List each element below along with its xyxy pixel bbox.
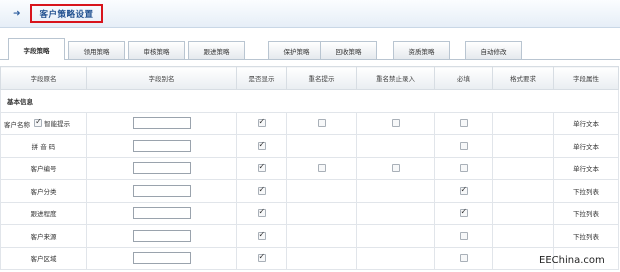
- alias-input[interactable]: [132, 117, 191, 130]
- format-cell: [492, 156, 554, 180]
- col-alias: 字段别名: [86, 66, 237, 90]
- field-name: 客户编号: [0, 156, 87, 180]
- section-row: 基本信息: [0, 89, 619, 113]
- format-cell: [492, 201, 554, 225]
- alias-input[interactable]: [132, 162, 191, 175]
- alias-input[interactable]: [132, 139, 191, 152]
- tab-protect-strategy[interactable]: 保护策略: [268, 41, 325, 59]
- table-row: 客户来源 下拉列表: [0, 224, 619, 248]
- arrow-right-icon: ➜: [13, 9, 21, 19]
- table-row: 客户区域: [0, 246, 619, 270]
- strategy-tabs: 字段策略 领用策略 审核策略 跟进策略 保护策略 回收策略 资质策略 自动修改: [0, 38, 620, 60]
- col-original-name: 字段原名: [0, 66, 87, 90]
- show-checkbox[interactable]: [257, 207, 266, 218]
- tab-recycle-strategy[interactable]: 回收策略: [320, 41, 377, 59]
- required-checkbox[interactable]: [459, 164, 468, 173]
- field-attribute: 下拉列表: [553, 224, 619, 248]
- show-checkbox[interactable]: [257, 162, 266, 173]
- format-cell: [492, 111, 554, 135]
- col-attribute: 字段属性: [553, 66, 619, 90]
- required-checkbox[interactable]: [459, 254, 468, 263]
- col-duplicate-block: 重名禁止录入: [356, 66, 435, 90]
- duplicate-hint-checkbox[interactable]: [317, 119, 326, 128]
- field-attribute: 下拉列表: [553, 201, 619, 225]
- show-checkbox[interactable]: [257, 230, 266, 240]
- watermark: EEChina.com: [539, 255, 605, 266]
- alias-input[interactable]: [132, 252, 191, 265]
- alias-input[interactable]: [132, 184, 191, 197]
- required-checkbox[interactable]: [459, 207, 468, 218]
- field-name: 客户区域: [0, 246, 87, 270]
- col-duplicate-hint: 重名提示: [286, 66, 357, 90]
- format-cell: [492, 224, 554, 248]
- tab-review-strategy[interactable]: 审核策略: [128, 41, 185, 59]
- tab-claim-strategy[interactable]: 领用策略: [68, 41, 125, 59]
- col-required: 必填: [434, 66, 493, 90]
- title-highlight-box: 客户策略设置: [30, 4, 103, 23]
- col-show: 是否显示: [236, 66, 287, 90]
- smart-hint-checkbox[interactable]: [34, 117, 43, 127]
- field-attribute: 单行文本: [553, 156, 619, 180]
- show-checkbox[interactable]: [257, 140, 266, 150]
- field-name: 客户分类: [0, 179, 87, 203]
- format-cell: [492, 179, 554, 203]
- alias-input[interactable]: [132, 207, 191, 220]
- required-checkbox[interactable]: [459, 231, 468, 240]
- smart-hint-label: 智能提示: [44, 119, 71, 128]
- table-row: 客户分类 下拉列表: [0, 179, 619, 203]
- tab-field-strategy[interactable]: 字段策略: [8, 38, 65, 60]
- required-checkbox[interactable]: [459, 141, 468, 150]
- show-checkbox[interactable]: [257, 252, 266, 263]
- table-row: 客户编号 单行文本: [0, 156, 619, 180]
- section-label: 基本信息: [0, 89, 619, 113]
- field-attribute: 单行文本: [553, 134, 619, 158]
- field-attribute: 单行文本: [553, 111, 619, 135]
- field-name: 客户来源: [0, 224, 87, 248]
- tabs-divider: [0, 59, 620, 60]
- field-name: 客户名称: [4, 120, 30, 129]
- page-title: 客户策略设置: [39, 9, 94, 20]
- tab-qualification-strategy[interactable]: 资质策略: [393, 41, 450, 59]
- required-checkbox[interactable]: [459, 185, 468, 195]
- show-checkbox[interactable]: [257, 185, 266, 195]
- tab-followup-strategy[interactable]: 跟进策略: [188, 41, 245, 59]
- duplicate-block-checkbox[interactable]: [391, 119, 400, 128]
- field-strategy-table: 字段原名 字段别名 是否显示 重名提示 重名禁止录入 必填 格式要求 字段属性 …: [0, 66, 619, 270]
- duplicate-block-checkbox[interactable]: [391, 164, 400, 173]
- col-format: 格式要求: [492, 66, 554, 90]
- table-row: 跟进程度 下拉列表: [0, 201, 619, 225]
- field-name-cell: 客户名称 智能提示: [0, 111, 87, 135]
- format-cell: [492, 134, 554, 158]
- tab-auto-modify[interactable]: 自动修改: [465, 41, 522, 59]
- table-header-row: 字段原名 字段别名 是否显示 重名提示 重名禁止录入 必填 格式要求 字段属性: [0, 66, 619, 90]
- smart-hint-option: 智能提示: [34, 117, 71, 128]
- table-row: 客户名称 智能提示 单行文本: [0, 111, 619, 135]
- required-checkbox[interactable]: [459, 119, 468, 128]
- field-name: 拼 音 码: [0, 134, 87, 158]
- field-attribute: 下拉列表: [553, 179, 619, 203]
- alias-input[interactable]: [132, 229, 191, 242]
- page-header: ➜ 客户策略设置: [0, 0, 620, 28]
- table-row: 拼 音 码 单行文本: [0, 134, 619, 158]
- duplicate-hint-checkbox[interactable]: [317, 164, 326, 173]
- show-checkbox[interactable]: [257, 117, 266, 128]
- field-name: 跟进程度: [0, 201, 87, 225]
